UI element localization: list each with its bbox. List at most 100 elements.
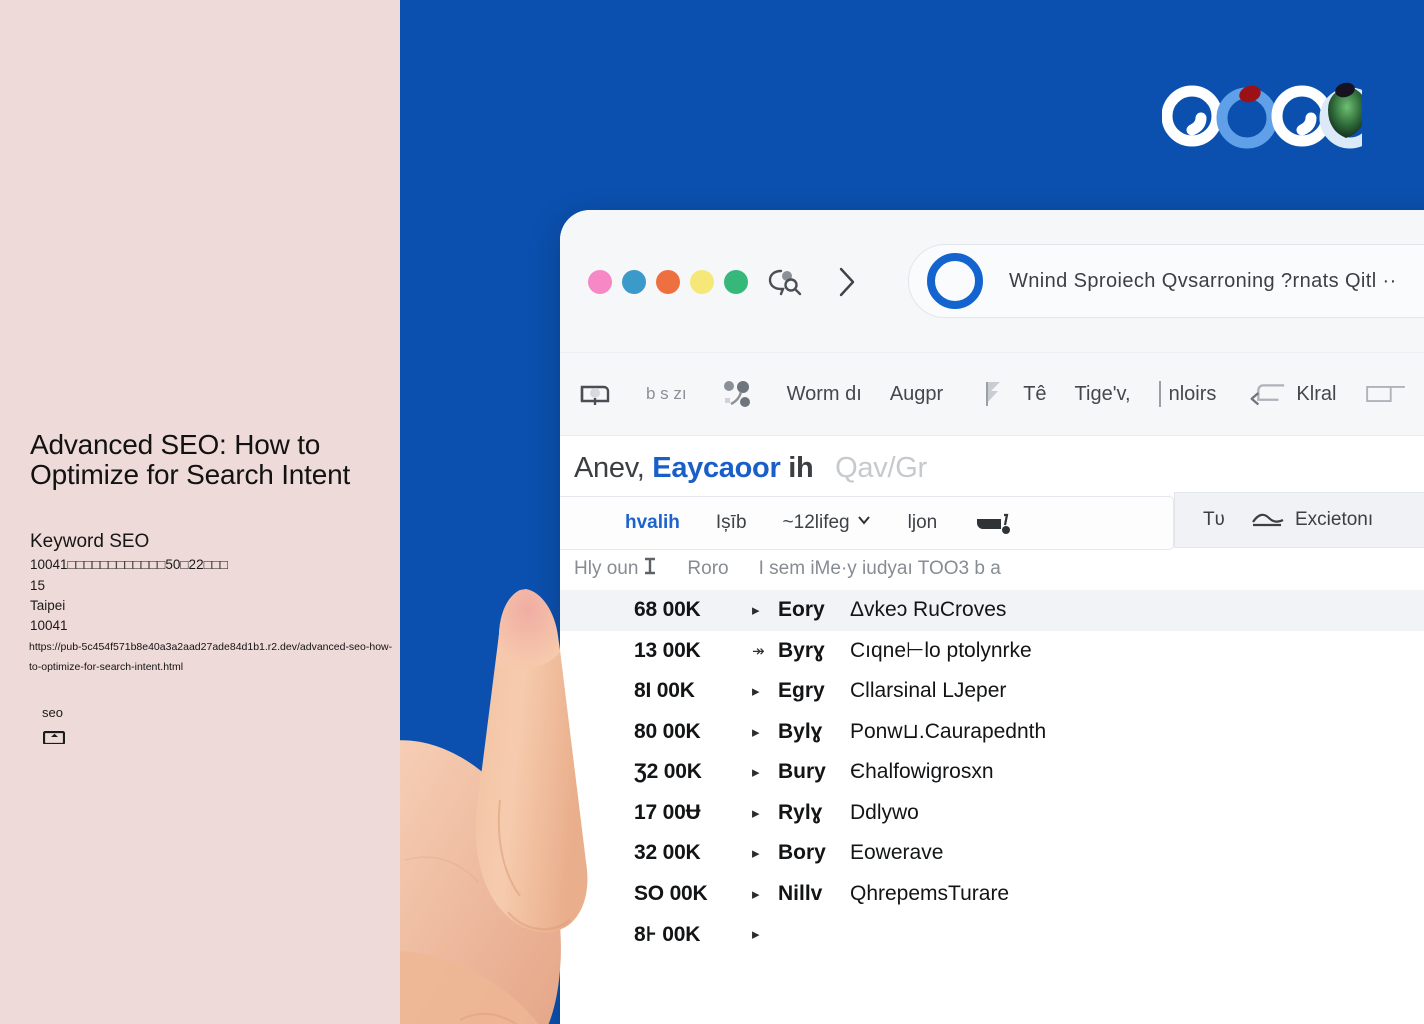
window-dot-1[interactable]	[588, 270, 612, 294]
cell-keyword: Ponw⊔.Caurapednth	[850, 720, 1047, 744]
cell-volume: 80 00K	[634, 719, 701, 743]
cell-trend: ↠	[752, 642, 765, 660]
cell-keyword: Єhalfowigrosxn	[850, 760, 994, 784]
page-content: Anev, Eaycaoor ih Qav/Gr hvalih Ișīb ~12…	[560, 436, 1424, 1024]
column-header-kd[interactable]: Roro	[687, 558, 728, 580]
toolbar-item-7[interactable]: nloirs	[1158, 381, 1217, 407]
heading-part-1: Anev,	[574, 452, 645, 484]
window-icon[interactable]	[1364, 377, 1408, 411]
heading-part-3: ih	[788, 452, 814, 484]
window-dot-3[interactable]	[656, 270, 680, 294]
cell-volume: 17 00Ʉ	[634, 800, 701, 824]
forward-chevron-icon[interactable]	[827, 262, 867, 302]
cell-keyword: Eowerave	[850, 841, 944, 865]
toolbar-item-5-label: Tê	[1023, 382, 1047, 405]
cell-kd: Byrɣ	[778, 638, 825, 662]
tag-card-icon	[43, 731, 65, 744]
window-controls[interactable]	[588, 270, 748, 294]
browser-toolbar: b s zı Worm dı Augpr Tê Tige'v, nloirs K…	[560, 352, 1424, 436]
page-title: Advanced SEO: How to Optimize for Search…	[30, 429, 351, 490]
cell-trend: ▸	[752, 885, 760, 903]
article-meta-postcode: 10041	[30, 618, 68, 633]
filter-bar: hvalih Ișīb ~12lifeg ljon	[560, 496, 1174, 550]
cell-kd: Nillv	[778, 881, 823, 905]
flag-icon	[971, 377, 1015, 411]
cell-volume: SO 00K	[634, 881, 708, 905]
table-row[interactable]: 68 00K ▸ Eory Δvkeɔ RuCroves	[560, 590, 1424, 631]
cell-kd: Bylɣ	[778, 719, 823, 743]
bracket-icon	[1244, 377, 1288, 411]
cell-kd: Bury	[778, 760, 826, 784]
table-row[interactable]: SO 00K ▸ Nillv QhrepemsTurare	[560, 874, 1424, 915]
column-header-volume[interactable]: Hly oun	[574, 556, 657, 582]
chevron-down-icon	[856, 512, 872, 534]
article-meta-city: Taipei	[30, 598, 66, 613]
article-panel: Advanced SEO: How to Optimize for Search…	[0, 0, 400, 1024]
cell-volume: 68 00K	[634, 598, 701, 622]
filter-tab-2[interactable]: Ișīb	[716, 512, 747, 534]
cell-trend: ▸	[752, 804, 760, 822]
toolbar-item-4[interactable]: Augpr	[890, 383, 943, 406]
cell-volume: 32 00K	[634, 841, 701, 865]
table-row[interactable]: 13 00K ↠ Byrɣ Cıqne⊢lo ptolynrke	[560, 631, 1424, 672]
right-tool-1[interactable]: Tʋ	[1203, 509, 1225, 531]
brand-rings-logo	[1161, 78, 1381, 156]
cell-volume: Ʒ2 00K	[634, 760, 702, 784]
toolbar-item-6[interactable]: Tige'v,	[1075, 383, 1131, 406]
article-meta-number: 15	[30, 578, 46, 593]
cell-keyword: Ddlywo	[850, 800, 919, 824]
toolbar-item-7-label: nloirs	[1168, 382, 1217, 405]
address-bar-value: Wnind Sproiech Qvsarroning ?rnats Qitl ·…	[1009, 269, 1397, 292]
bookmark-tag-icon[interactable]	[574, 377, 618, 411]
cell-volume: 8⊦ 00K	[634, 922, 701, 946]
navigation-controls	[765, 262, 867, 302]
filter-dropdown-3[interactable]: ~12lifeg	[783, 512, 872, 534]
filter-cursor-badge[interactable]	[973, 507, 1015, 539]
cell-kd: Rylɣ	[778, 800, 823, 824]
cell-kd: Eory	[778, 598, 825, 622]
toolbar-item-3[interactable]: Worm dı	[787, 383, 862, 406]
table-row[interactable]: 17 00Ʉ ▸ Rylɣ Ddlywo	[560, 793, 1424, 834]
browser-chrome: Wnind Sproiech Qvsarroning ?rnats Qitl ·…	[560, 210, 1424, 352]
scatter-dots-icon[interactable]	[715, 377, 759, 411]
content-heading: Anev, Eaycaoor ih Qav/Gr	[574, 452, 927, 485]
window-dot-4[interactable]	[690, 270, 714, 294]
table-row[interactable]: 80 00K ▸ Bylɣ Ponw⊔.Caurapednth	[560, 712, 1424, 753]
cell-trend: ▸	[752, 683, 760, 701]
toolbar-item-1[interactable]: b s zı	[646, 384, 687, 404]
column-header-volume-label: Hly oun	[574, 558, 639, 579]
table-row[interactable]: 8I 00K ▸ Egry Cllarsinal LJeper	[560, 671, 1424, 712]
cell-trend: ▸	[752, 602, 760, 620]
right-tool-2[interactable]: Excietonı	[1251, 506, 1373, 534]
cell-trend: ▸	[752, 764, 760, 782]
article-tag-seo[interactable]: seo	[42, 705, 63, 720]
table-row[interactable]: 8⊦ 00K ▸	[560, 914, 1424, 955]
article-meta-address: 10041□□□□□□□□□□□□50□22□□□	[30, 557, 229, 572]
cell-keyword: Cıqne⊢lo ptolynrke	[850, 639, 1032, 663]
sort-icon	[643, 556, 657, 582]
toolbar-item-5[interactable]: Tê	[971, 377, 1047, 411]
window-dot-5[interactable]	[724, 270, 748, 294]
blue-stage: Wnind Sproiech Qvsarroning ?rnats Qitl ·…	[400, 0, 1424, 1024]
right-tool-2-label: Excietonı	[1295, 509, 1374, 530]
table-row[interactable]: 32 00K ▸ Bory Eowerave	[560, 833, 1424, 874]
cell-trend: ▸	[752, 926, 760, 944]
heading-part-2: Eaycaoor	[652, 452, 781, 484]
article-url[interactable]: https://pub-5c454f571b8e40a3a2aad27ade84…	[29, 637, 395, 678]
article-subtitle: Keyword SEO	[30, 531, 150, 552]
window-dot-2[interactable]	[622, 270, 646, 294]
browser-window: Wnind Sproiech Qvsarroning ?rnats Qitl ·…	[560, 210, 1424, 1024]
toolbar-item-8[interactable]: Klral	[1244, 377, 1336, 411]
column-header-keyword[interactable]: I sem iMe·y iudyaı TOO3 b a	[759, 558, 1001, 580]
toolbar-item-8-label: Klral	[1296, 382, 1337, 405]
cell-keyword: QhrepemsTurare	[850, 881, 1010, 905]
filter-tab-active[interactable]: hvalih	[625, 512, 680, 534]
cell-trend: ▸	[752, 845, 760, 863]
right-tool-strip: Tʋ Excietonı	[1174, 492, 1424, 548]
results-table: 68 00K ▸ Eory Δvkeɔ RuCroves 13 00K ↠ By…	[560, 590, 1424, 955]
table-column-headers: Hly oun Roro I sem iMe·y iudyaı TOO3 b a	[574, 556, 1001, 582]
chat-search-icon[interactable]	[765, 262, 805, 302]
filter-tab-4[interactable]: ljon	[908, 512, 938, 534]
table-row[interactable]: Ʒ2 00K ▸ Bury Єhalfowigrosxn	[560, 752, 1424, 793]
address-bar[interactable]: Wnind Sproiech Qvsarroning ?rnats Qitl ·…	[908, 244, 1424, 318]
